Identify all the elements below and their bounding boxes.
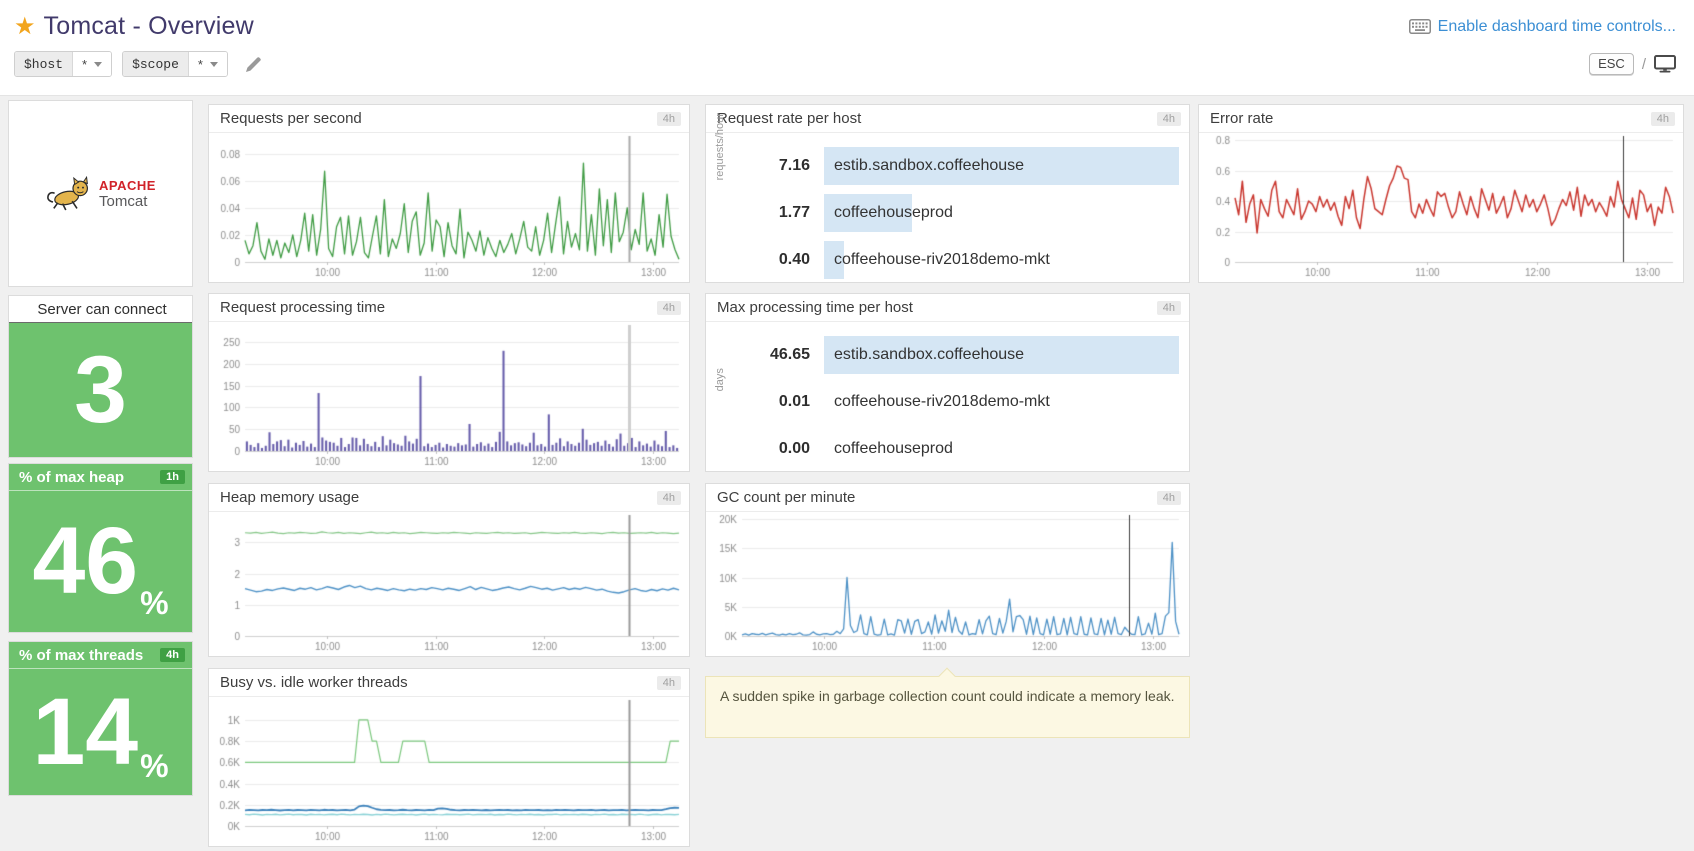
widget-title: % of max threads [19,647,160,664]
metric-value: 14 [32,685,138,780]
esc-key-button[interactable]: ESC [1589,53,1634,75]
timeframe-badge: 4h [160,648,185,662]
widget-title: Max processing time per host [717,299,1157,316]
widget-title: Error rate [1210,110,1651,127]
widget-title: % of max heap [19,469,160,486]
timeframe-badge: 1h [160,470,185,484]
top-bar: ★ Tomcat - Overview Enable dashboard tim… [0,0,1694,96]
chart-busy-idle-threads[interactable]: Busy vs. idle worker threads 4h [208,668,690,847]
note-caret [938,668,955,685]
favorite-star-icon[interactable]: ★ [14,12,36,41]
chevron-down-icon [94,62,102,67]
query-value-pct-max-heap[interactable]: % of max heap 1h 46 % [8,463,193,633]
toplist-row: 7.16 estib.sandbox.coffeehouse [752,147,1179,185]
timeframe-badge: 4h [657,676,681,690]
error-rate-plot[interactable] [1199,133,1683,282]
chevron-down-icon [210,62,218,67]
toplist-value: 7.16 [752,157,810,175]
busy-idle-threads-plot[interactable] [209,697,689,846]
toplist-row: 0.40 coffeehouse-riv2018demo-mkt [752,241,1179,279]
toplist-unit-label: days [714,368,726,391]
metric-unit: % [140,585,168,622]
toplist-row: 1.77 coffeehouseprod [752,194,1179,232]
metric-value: 46 [32,514,138,609]
chart-request-processing-time[interactable]: Request processing time 4h [208,293,690,472]
tomcat-cat-icon [45,176,93,212]
toplist-host: coffeehouseprod [824,204,953,221]
toplist-max-processing-time-per-host[interactable]: Max processing time per host 4h days 46.… [705,293,1190,472]
timeframe-badge: 4h [1157,301,1181,315]
widget-title: Busy vs. idle worker threads [220,674,657,691]
enable-time-controls-label: Enable dashboard time controls... [1438,18,1676,36]
template-var-scope-value: * [198,57,203,72]
toplist-value: 0.01 [752,393,810,411]
timeframe-badge: 4h [1157,112,1181,126]
toplist-host: estib.sandbox.coffeehouse [824,157,1024,174]
keyboard-icon [1409,19,1431,34]
widget-title: Request rate per host [717,110,1157,127]
timeframe-badge: 4h [1157,491,1181,505]
request-processing-time-plot[interactable] [209,322,689,471]
template-var-host-name: $host [15,52,73,76]
monitor-icon[interactable] [1654,55,1676,73]
timeframe-badge: 4h [1651,112,1675,126]
chart-heap-memory-usage[interactable]: Heap memory usage 4h [208,483,690,657]
dashboard-grid: APACHE Tomcat Server can connect 3 % of … [0,96,1694,851]
toplist-value: 1.77 [752,204,810,222]
template-var-scope[interactable]: $scope * [122,51,228,77]
template-var-host[interactable]: $host * [14,51,112,77]
chart-requests-per-second[interactable]: Requests per second 4h [208,104,690,283]
chart-error-rate[interactable]: Error rate 4h [1198,104,1684,283]
timeframe-badge: 4h [657,301,681,315]
slash-separator: / [1642,56,1646,73]
widget-title: GC count per minute [717,489,1157,506]
note-widget: A sudden spike in garbage collection cou… [705,676,1190,738]
toplist-row: 0.00 coffeehouseprod [752,430,1179,468]
widget-title: Request processing time [220,299,657,316]
widget-title: Heap memory usage [220,489,657,506]
toplist-host: coffeehouse-riv2018demo-mkt [824,251,1050,268]
toplist-row: 46.65 estib.sandbox.coffeehouse [752,336,1179,374]
metric-value: 3 [74,343,127,438]
toplist-request-rate-per-host[interactable]: Request rate per host 4h requests/hour 7… [705,104,1190,283]
apache-brand-text: APACHE [99,178,156,193]
toplist-host: estib.sandbox.coffeehouse [824,346,1024,363]
toplist-unit-label: requests/hour [714,113,726,180]
widget-title: Requests per second [220,110,657,127]
widget-title: Server can connect [19,301,185,318]
heap-memory-usage-plot[interactable] [209,512,689,656]
toplist-value: 46.65 [752,346,810,364]
tomcat-brand-text: Tomcat [99,193,156,210]
chart-gc-count-per-minute[interactable]: GC count per minute 4h [705,483,1190,657]
enable-time-controls-link[interactable]: Enable dashboard time controls... [1409,18,1676,36]
pencil-icon[interactable] [244,55,263,74]
tomcat-logo-widget: APACHE Tomcat [8,100,193,287]
note-text: A sudden spike in garbage collection cou… [720,688,1175,704]
metric-unit: % [140,748,168,785]
timeframe-badge: 4h [657,491,681,505]
toplist-value: 0.00 [752,440,810,458]
template-var-scope-name: $scope [123,52,189,76]
page-title: Tomcat - Overview [44,12,254,41]
timeframe-badge: 4h [657,112,681,126]
toplist-value: 0.40 [752,251,810,269]
toplist-host: coffeehouse-riv2018demo-mkt [824,393,1050,410]
toplist-row: 0.01 coffeehouse-riv2018demo-mkt [752,383,1179,421]
gc-count-per-minute-plot[interactable] [706,512,1189,656]
requests-per-second-plot[interactable] [209,133,689,282]
template-var-host-value: * [82,57,87,72]
query-value-server-can-connect[interactable]: Server can connect 3 [8,295,193,458]
toplist-host: coffeehouseprod [824,440,953,457]
query-value-pct-max-threads[interactable]: % of max threads 4h 14 % [8,641,193,796]
